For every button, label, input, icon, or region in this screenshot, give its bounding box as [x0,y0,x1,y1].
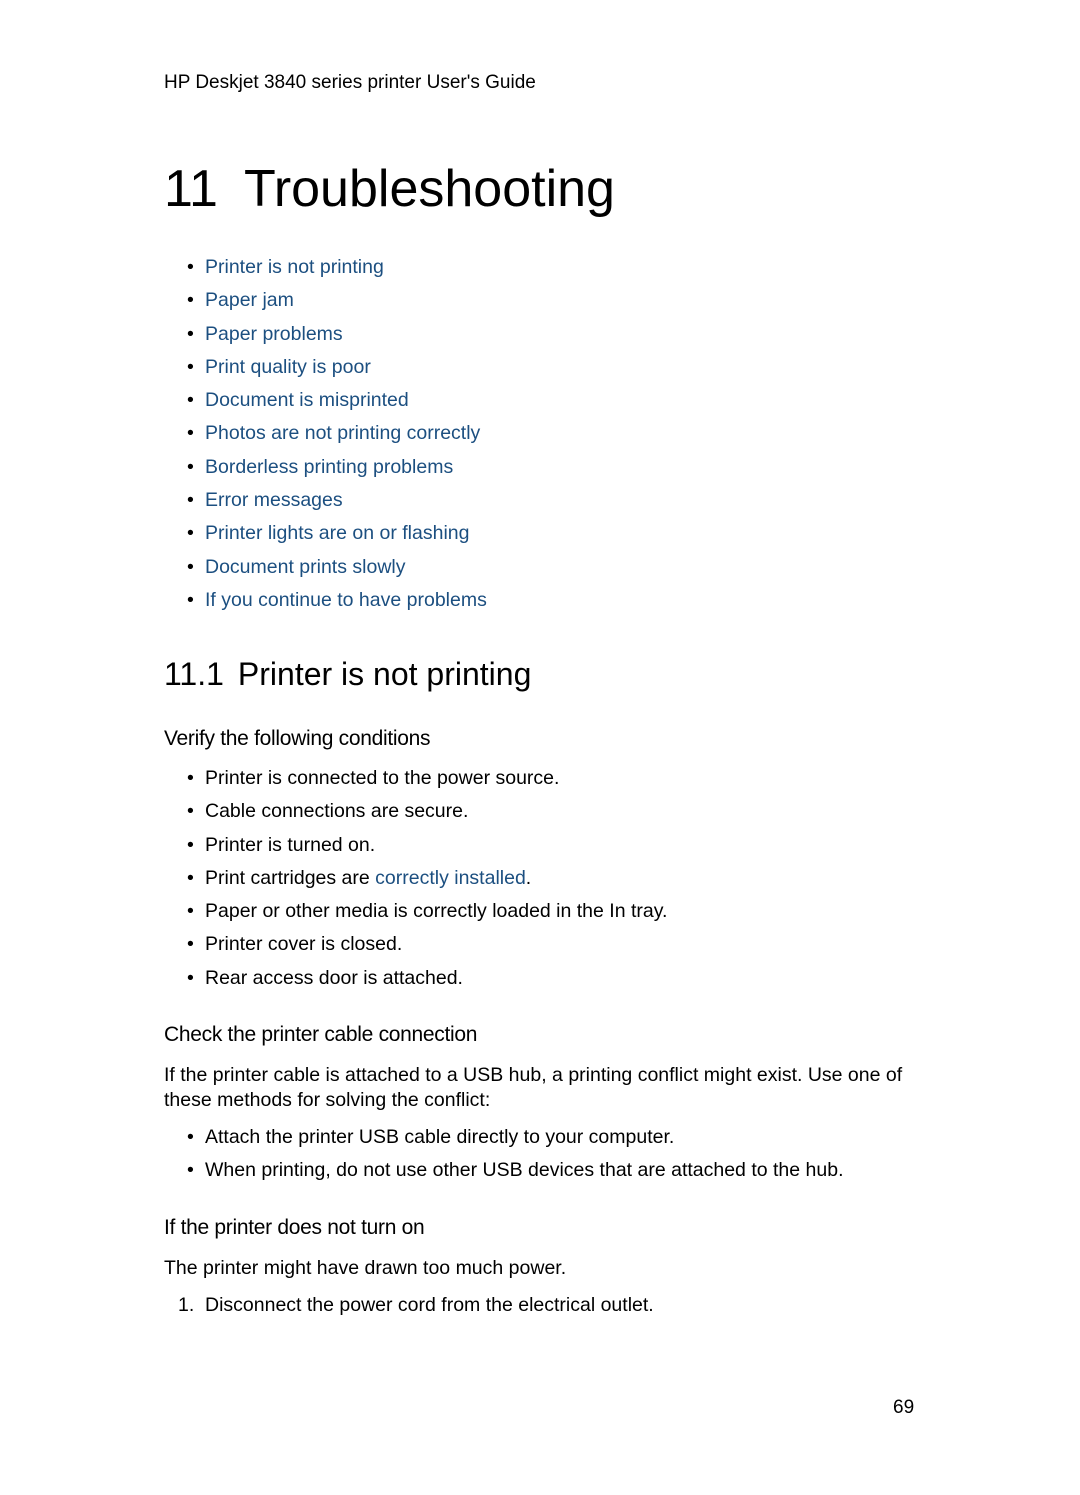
list-item-text: Cable connections are secure. [205,800,469,823]
power-steps: 1. Disconnect the power cord from the ele… [178,1292,654,1325]
toc-item: • Printer lights are on or flashing [187,520,487,553]
bullet-icon: • [187,933,194,956]
toc-link-photos[interactable]: Photos are not printing correctly [205,420,480,453]
toc-link-paper-jam[interactable]: Paper jam [205,287,294,320]
bullet-icon: • [187,289,194,312]
section-number: 11.1 [164,656,224,692]
bullet-icon: • [187,900,194,923]
verify-list: • Printer is connected to the power sourc… [187,765,667,998]
bullet-icon: • [187,588,194,611]
bullet-icon: • [187,355,194,378]
toc-item: • Document prints slowly [187,554,487,587]
cable-heading: Check the printer cable connection [164,1023,478,1046]
toc-item: • Paper problems [187,321,487,354]
bullet-icon: • [187,800,194,823]
list-item-text: Rear access door is attached. [205,966,463,989]
cable-paragraph: If the printer cable is attached to a US… [164,1064,903,1111]
toc-item: • Paper jam [187,287,487,320]
list-item-text: Print cartridges are [205,866,376,889]
bullet-icon: • [187,555,194,578]
toc-item: • Borderless printing problems [187,454,487,487]
step-item: 1. Disconnect the power cord from the ele… [178,1292,654,1325]
list-item-text: Printer is turned on. [205,833,376,856]
bullet-icon: • [187,833,194,856]
bullet-icon: • [187,522,194,545]
toc-item: • Print quality is poor [187,354,487,387]
list-item-text: Attach the printer USB cable directly to… [205,1126,675,1148]
list-item: • Printer is turned on. [187,832,667,865]
step-number: 1. [178,1294,195,1316]
verify-heading: Verify the following conditions [164,727,431,750]
bullet-icon: • [187,455,194,478]
cable-list: • Attach the printer USB cable directly t… [187,1124,843,1191]
page-number: 69 [893,1397,915,1418]
toc-item: • Photos are not printing correctly [187,420,487,453]
list-item-text: When printing, do not use other USB devi… [205,1159,844,1182]
toc-link-continue-problems[interactable]: If you continue to have problems [205,587,487,620]
bullet-icon: • [187,767,194,789]
bullet-icon: • [187,489,194,512]
toc-link-print-quality[interactable]: Print quality is poor [205,354,371,387]
bullet-icon: • [187,322,194,345]
bullet-icon: • [187,866,194,889]
list-item: • Printer is connected to the power sourc… [187,765,667,798]
toc-link-printer-not-printing[interactable]: Printer is not printing [205,254,384,287]
list-item: • Print cartridges are correctly installe… [187,865,667,898]
toc-link-error-messages[interactable]: Error messages [205,487,343,520]
list-item: • Printer cover is closed. [187,931,667,964]
list-item-text: Printer is connected to the power source… [205,767,560,789]
list-item: • Attach the printer USB cable directly t… [187,1124,843,1157]
toc-item: • If you continue to have problems [187,587,487,620]
step-text: Disconnect the power cord from the elect… [205,1294,654,1316]
power-heading: If the printer does not turn on [164,1216,425,1239]
list-item: • Cable connections are secure. [187,798,667,831]
list-item: • Rear access door is attached. [187,965,667,998]
chapter-title: 11 Troubleshooting [164,158,615,220]
section-title: 11.1 Printer is not printing [164,654,531,694]
bullet-icon: • [187,1159,194,1182]
toc-item: • Document is misprinted [187,387,487,420]
correctly-installed-link[interactable]: correctly installed [375,865,526,898]
section-title-text: Printer is not printing [237,656,532,692]
toc-link-document-misprinted[interactable]: Document is misprinted [205,387,409,420]
running-header: HP Deskjet 3840 series printer User's Gu… [164,72,536,93]
toc-link-printer-lights[interactable]: Printer lights are on or flashing [205,520,469,553]
toc-item: • Printer is not printing [187,254,487,287]
chapter-toc: • Printer is not printing • Paper jam • Pap… [187,254,487,620]
list-item: • When printing, do not use other USB dev… [187,1157,843,1190]
toc-link-borderless[interactable]: Borderless printing problems [205,454,453,487]
bullet-icon: • [187,1126,194,1148]
list-item: • Paper or other media is correctly loade… [187,898,667,931]
toc-link-prints-slowly[interactable]: Document prints slowly [205,554,405,587]
power-paragraph: The printer might have drawn too much po… [164,1257,567,1279]
bullet-icon: • [187,966,194,989]
list-item-text-end: . [525,866,532,889]
bullet-icon: • [187,256,194,278]
chapter-title-text: Troubleshooting [243,160,615,218]
list-item-text: Paper or other media is correctly loaded… [205,900,668,923]
toc-item: • Error messages [187,487,487,520]
chapter-number: 11 [164,160,218,218]
bullet-icon: • [187,422,194,445]
bullet-icon: • [187,389,194,412]
toc-link-paper-problems[interactable]: Paper problems [205,321,343,354]
list-item-text: Printer cover is closed. [205,933,403,956]
